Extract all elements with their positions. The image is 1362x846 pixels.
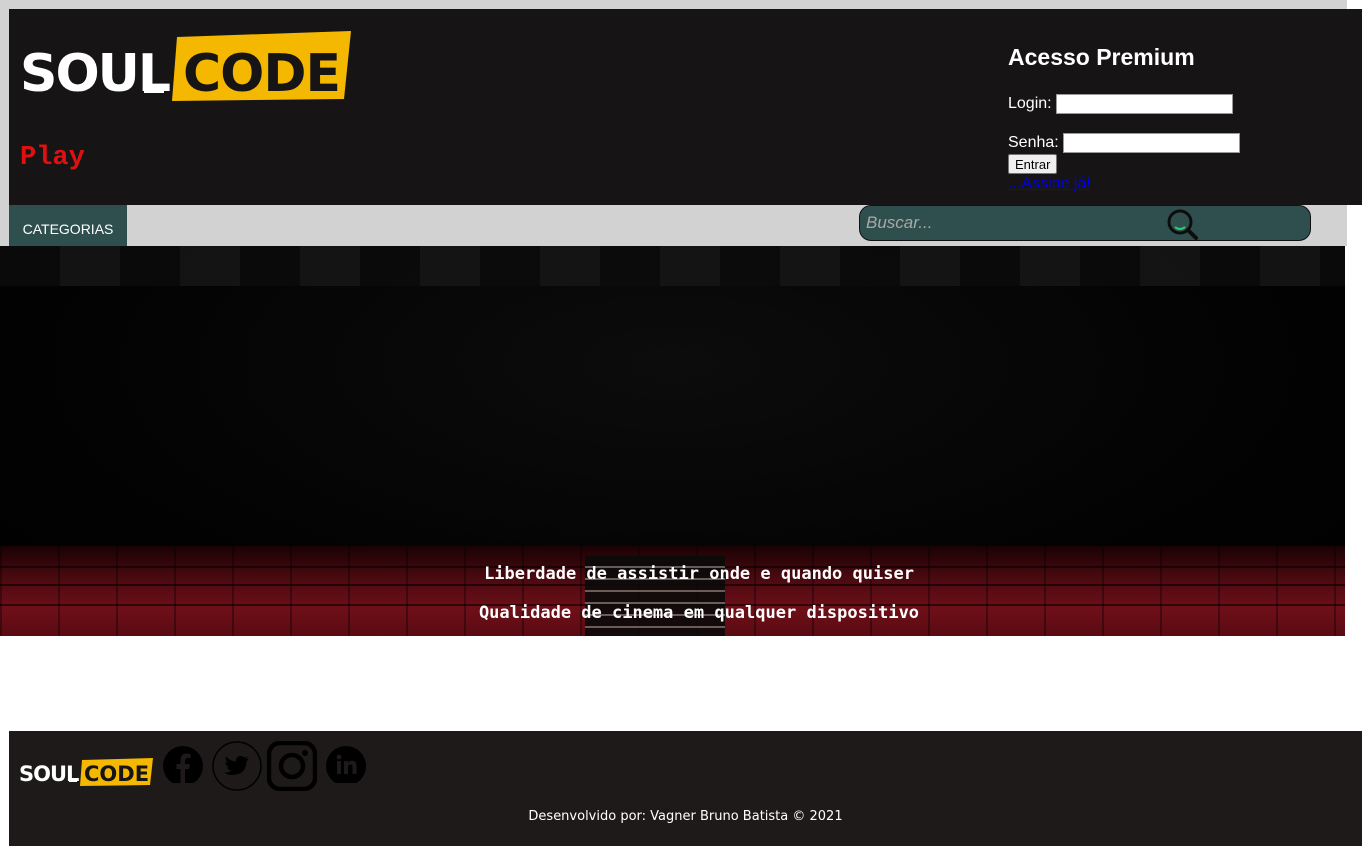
- hero-tagline-1: Liberdade de assistir onde e quando quis…: [484, 564, 914, 584]
- search-icon[interactable]: [1166, 207, 1200, 241]
- premium-login-form: Acesso Premium Login: Senha: Entrar ...A…: [1008, 44, 1240, 192]
- play-subtitle: Play: [20, 143, 85, 173]
- soulcode-logo[interactable]: SOUL CODE: [20, 31, 352, 103]
- password-input[interactable]: [1062, 133, 1240, 153]
- linkedin-icon[interactable]: [326, 741, 368, 788]
- svg-text:SOUL: SOUL: [19, 762, 79, 786]
- site-header: SOUL CODE Play Acesso Premium Login: Sen…: [9, 9, 1362, 205]
- svg-text:CODE: CODE: [84, 762, 149, 786]
- twitter-icon[interactable]: [212, 741, 262, 796]
- signup-link[interactable]: ...Assine já!: [1008, 175, 1091, 193]
- svg-text:SOUL: SOUL: [20, 44, 170, 103]
- login-label: Login:: [1008, 95, 1052, 112]
- login-input[interactable]: [1055, 94, 1233, 114]
- search-bar: [859, 205, 1311, 241]
- hero-tagline-2: Qualidade de cinema em qualquer disposit…: [478, 603, 920, 623]
- login-row: Login:: [1008, 94, 1233, 114]
- hero-ceiling: [0, 246, 1345, 286]
- facebook-icon[interactable]: [162, 741, 204, 788]
- site-footer: SOUL CODE Desenvolvido por: Vagner Bruno…: [9, 731, 1362, 846]
- categories-button[interactable]: CATEGORIAS: [9, 205, 127, 252]
- hero-banner: Liberdade de assistir onde e quando quis…: [0, 246, 1345, 636]
- instagram-icon[interactable]: [266, 740, 318, 796]
- login-button[interactable]: Entrar: [1008, 154, 1058, 174]
- svg-text:CODE: CODE: [183, 44, 340, 103]
- footer-credits: Desenvolvido por: Vagner Bruno Batista ©…: [528, 809, 843, 824]
- password-row: Senha:: [1008, 133, 1240, 153]
- footer-logo[interactable]: SOUL CODE: [19, 757, 154, 792]
- search-input[interactable]: [866, 212, 1156, 234]
- premium-title: Acesso Premium: [1008, 44, 1195, 70]
- password-label: Senha:: [1008, 134, 1059, 151]
